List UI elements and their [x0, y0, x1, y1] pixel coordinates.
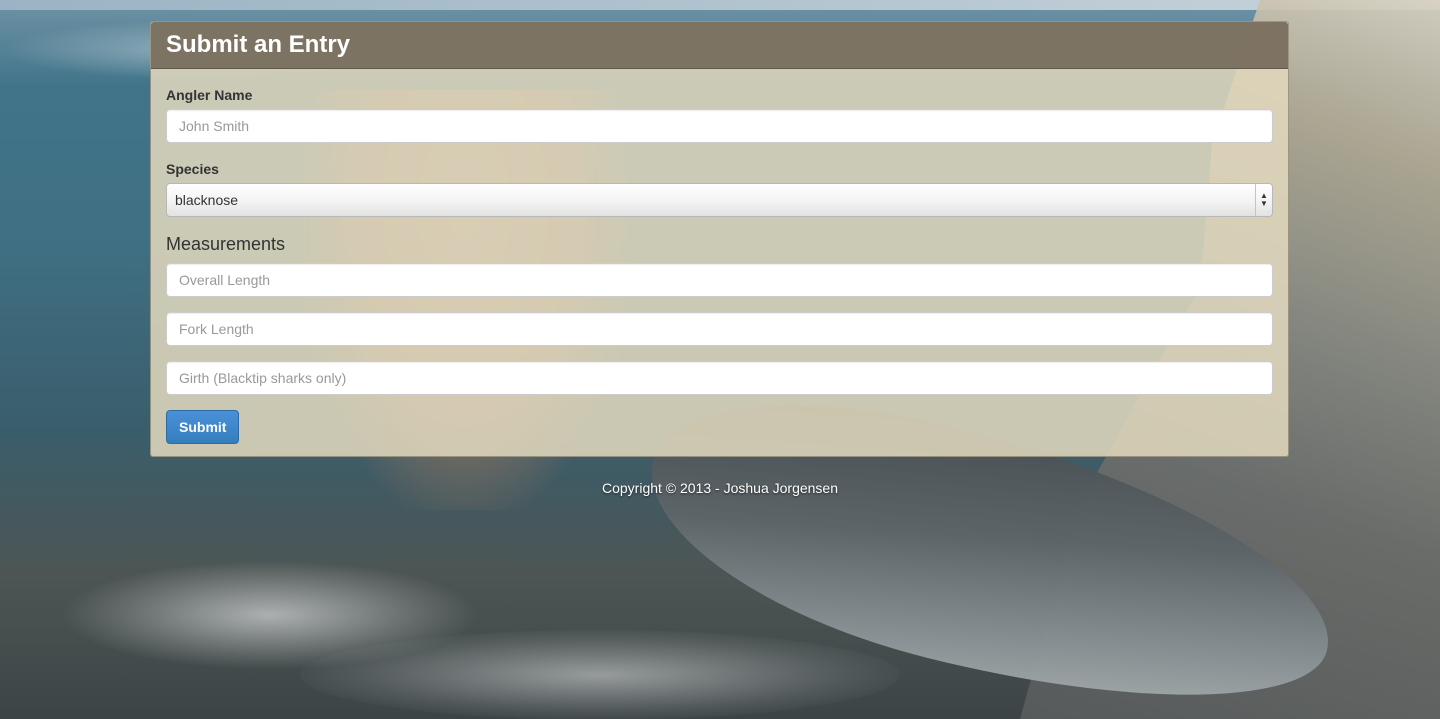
- measurements-heading: Measurements: [166, 234, 286, 254]
- species-label: Species: [166, 161, 219, 177]
- measurements-fields: [166, 263, 1273, 395]
- overall-length-input[interactable]: [166, 263, 1273, 297]
- background-sky: [0, 0, 1440, 10]
- panel-heading: Submit an Entry: [151, 22, 1288, 69]
- species-select[interactable]: blacknose ▲ ▼: [166, 183, 1273, 217]
- fork-length-input[interactable]: [166, 312, 1273, 346]
- girth-input[interactable]: [166, 361, 1273, 395]
- footer-copyright: Copyright © 2013 - Joshua Jorgensen: [601, 480, 838, 496]
- submit-button[interactable]: Submit: [166, 410, 240, 444]
- angler-name-input[interactable]: [166, 109, 1273, 143]
- angler-name-label: Angler Name: [166, 87, 253, 103]
- entry-form: Angler Name Species blacknose ▲▼ Measure…: [166, 87, 1273, 444]
- entry-form-panel: Submit an Entry Angler Name Species blac…: [150, 21, 1289, 457]
- select-arrows-icon: ▲ ▼: [1255, 184, 1272, 216]
- angler-name-group: Angler Name: [166, 87, 1273, 143]
- panel-body: Angler Name Species blacknose ▲▼ Measure…: [151, 69, 1288, 444]
- background-foam: [300, 630, 900, 719]
- species-selected-value: blacknose: [175, 192, 239, 208]
- form-title: Submit an Entry: [166, 31, 351, 58]
- species-group: Species blacknose ▲ ▼: [166, 161, 1273, 217]
